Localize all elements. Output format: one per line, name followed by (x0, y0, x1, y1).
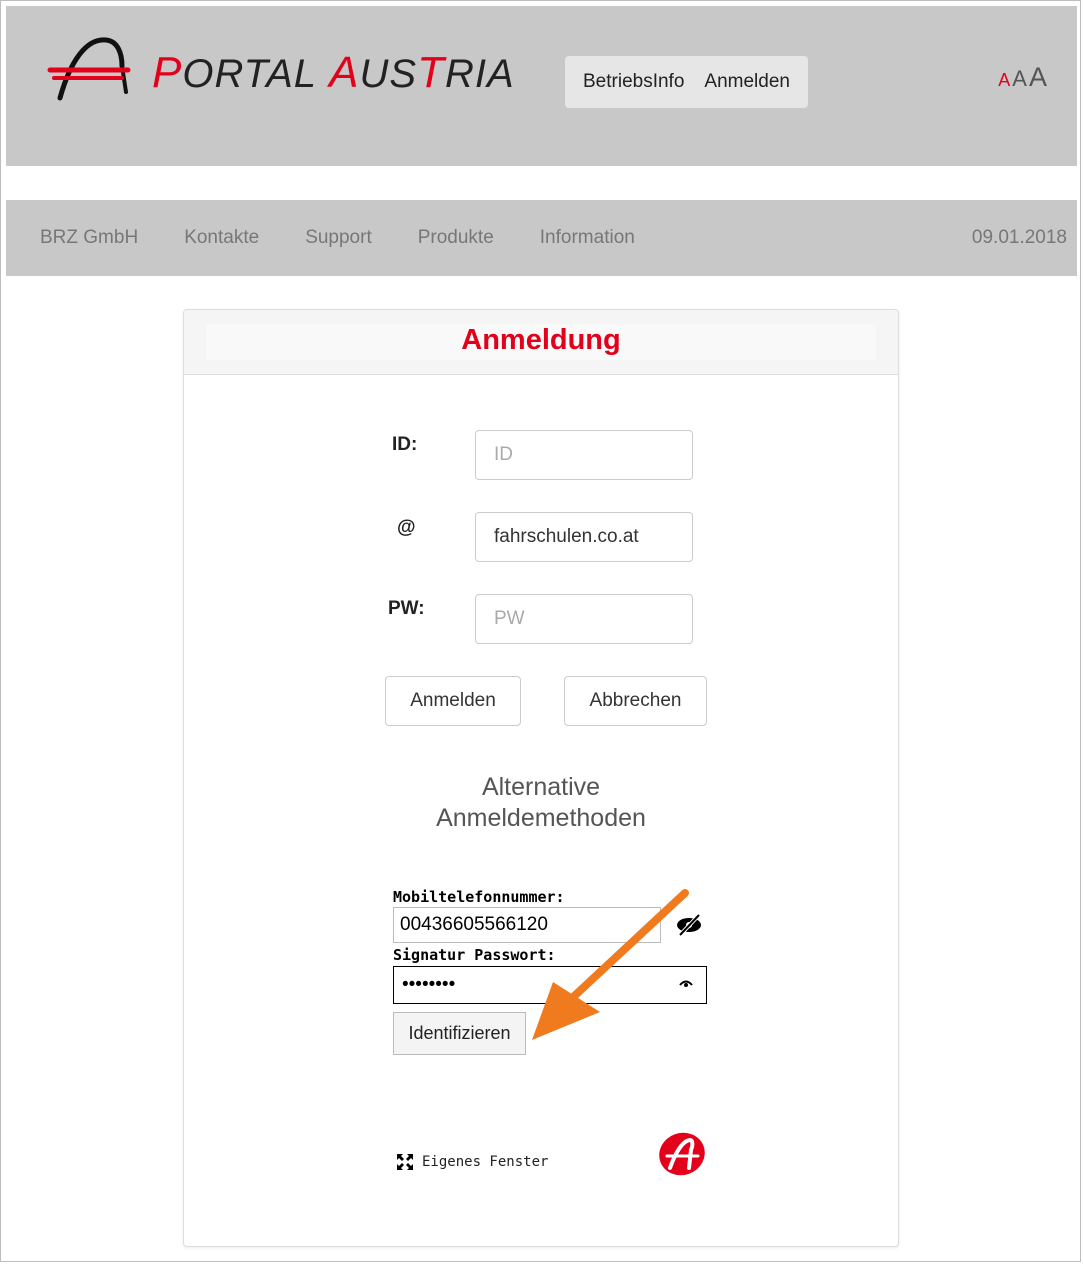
cancel-button[interactable]: Abbrechen (564, 676, 707, 726)
page-title: Anmeldung (461, 324, 621, 356)
login-panel: Anmeldung ID: @ PW: Anmelden Abbrechen A… (183, 309, 899, 1247)
a-trust-logo (659, 1132, 705, 1176)
font-size-medium[interactable]: A (1012, 66, 1027, 92)
header: PORTAL AUSTRIA BetriebsInfo Anmelden A A… (6, 6, 1077, 166)
eye-icon[interactable] (678, 975, 694, 991)
font-size-small[interactable]: A (998, 70, 1010, 91)
password-input[interactable] (475, 594, 693, 644)
alt-methods-title: Alternative Anmeldemethoden (436, 773, 646, 832)
portal-austria-logo[interactable]: PORTAL AUSTRIA (46, 32, 514, 108)
top-nav: BetriebsInfo Anmelden (565, 56, 808, 108)
domain-label: @ (397, 517, 416, 538)
subnav-produkte[interactable]: Produkte (418, 200, 494, 276)
subnav-information[interactable]: Information (540, 200, 635, 276)
subnav-brz[interactable]: BRZ GmbH (40, 200, 138, 276)
nav-betriebsinfo[interactable]: BetriebsInfo (565, 56, 686, 108)
logo-mark-icon (47, 37, 131, 101)
nav-anmelden[interactable]: Anmelden (686, 56, 808, 108)
id-input[interactable] (475, 430, 693, 480)
logo-text: PORTAL AUSTRIA (152, 48, 515, 97)
subnav-support[interactable]: Support (305, 200, 372, 276)
id-label: ID: (392, 434, 418, 455)
login-button[interactable]: Anmelden (385, 676, 521, 726)
subnav-kontakte[interactable]: Kontakte (184, 200, 259, 276)
pw-label: PW: (388, 598, 425, 619)
eye-slash-icon[interactable] (674, 913, 704, 937)
panel-header: Anmeldung (184, 310, 898, 375)
domain-input[interactable] (475, 512, 693, 562)
font-size-controls: A A A (998, 62, 1047, 93)
expand-icon (397, 1154, 413, 1170)
subnav: BRZ GmbH Kontakte Support Produkte Infor… (6, 200, 1077, 276)
signature-label: Signatur Passwort: (393, 946, 556, 964)
current-date: 09.01.2018 (971, 227, 1067, 248)
phone-input[interactable] (393, 907, 661, 943)
identify-button[interactable]: Identifizieren (393, 1012, 526, 1055)
own-window-toggle[interactable]: Eigenes Fenster (396, 1153, 548, 1171)
phone-label: Mobiltelefonnummer: (393, 888, 565, 906)
font-size-large[interactable]: A (1029, 62, 1047, 93)
signature-password-input[interactable]: •••••••• (393, 966, 707, 1004)
